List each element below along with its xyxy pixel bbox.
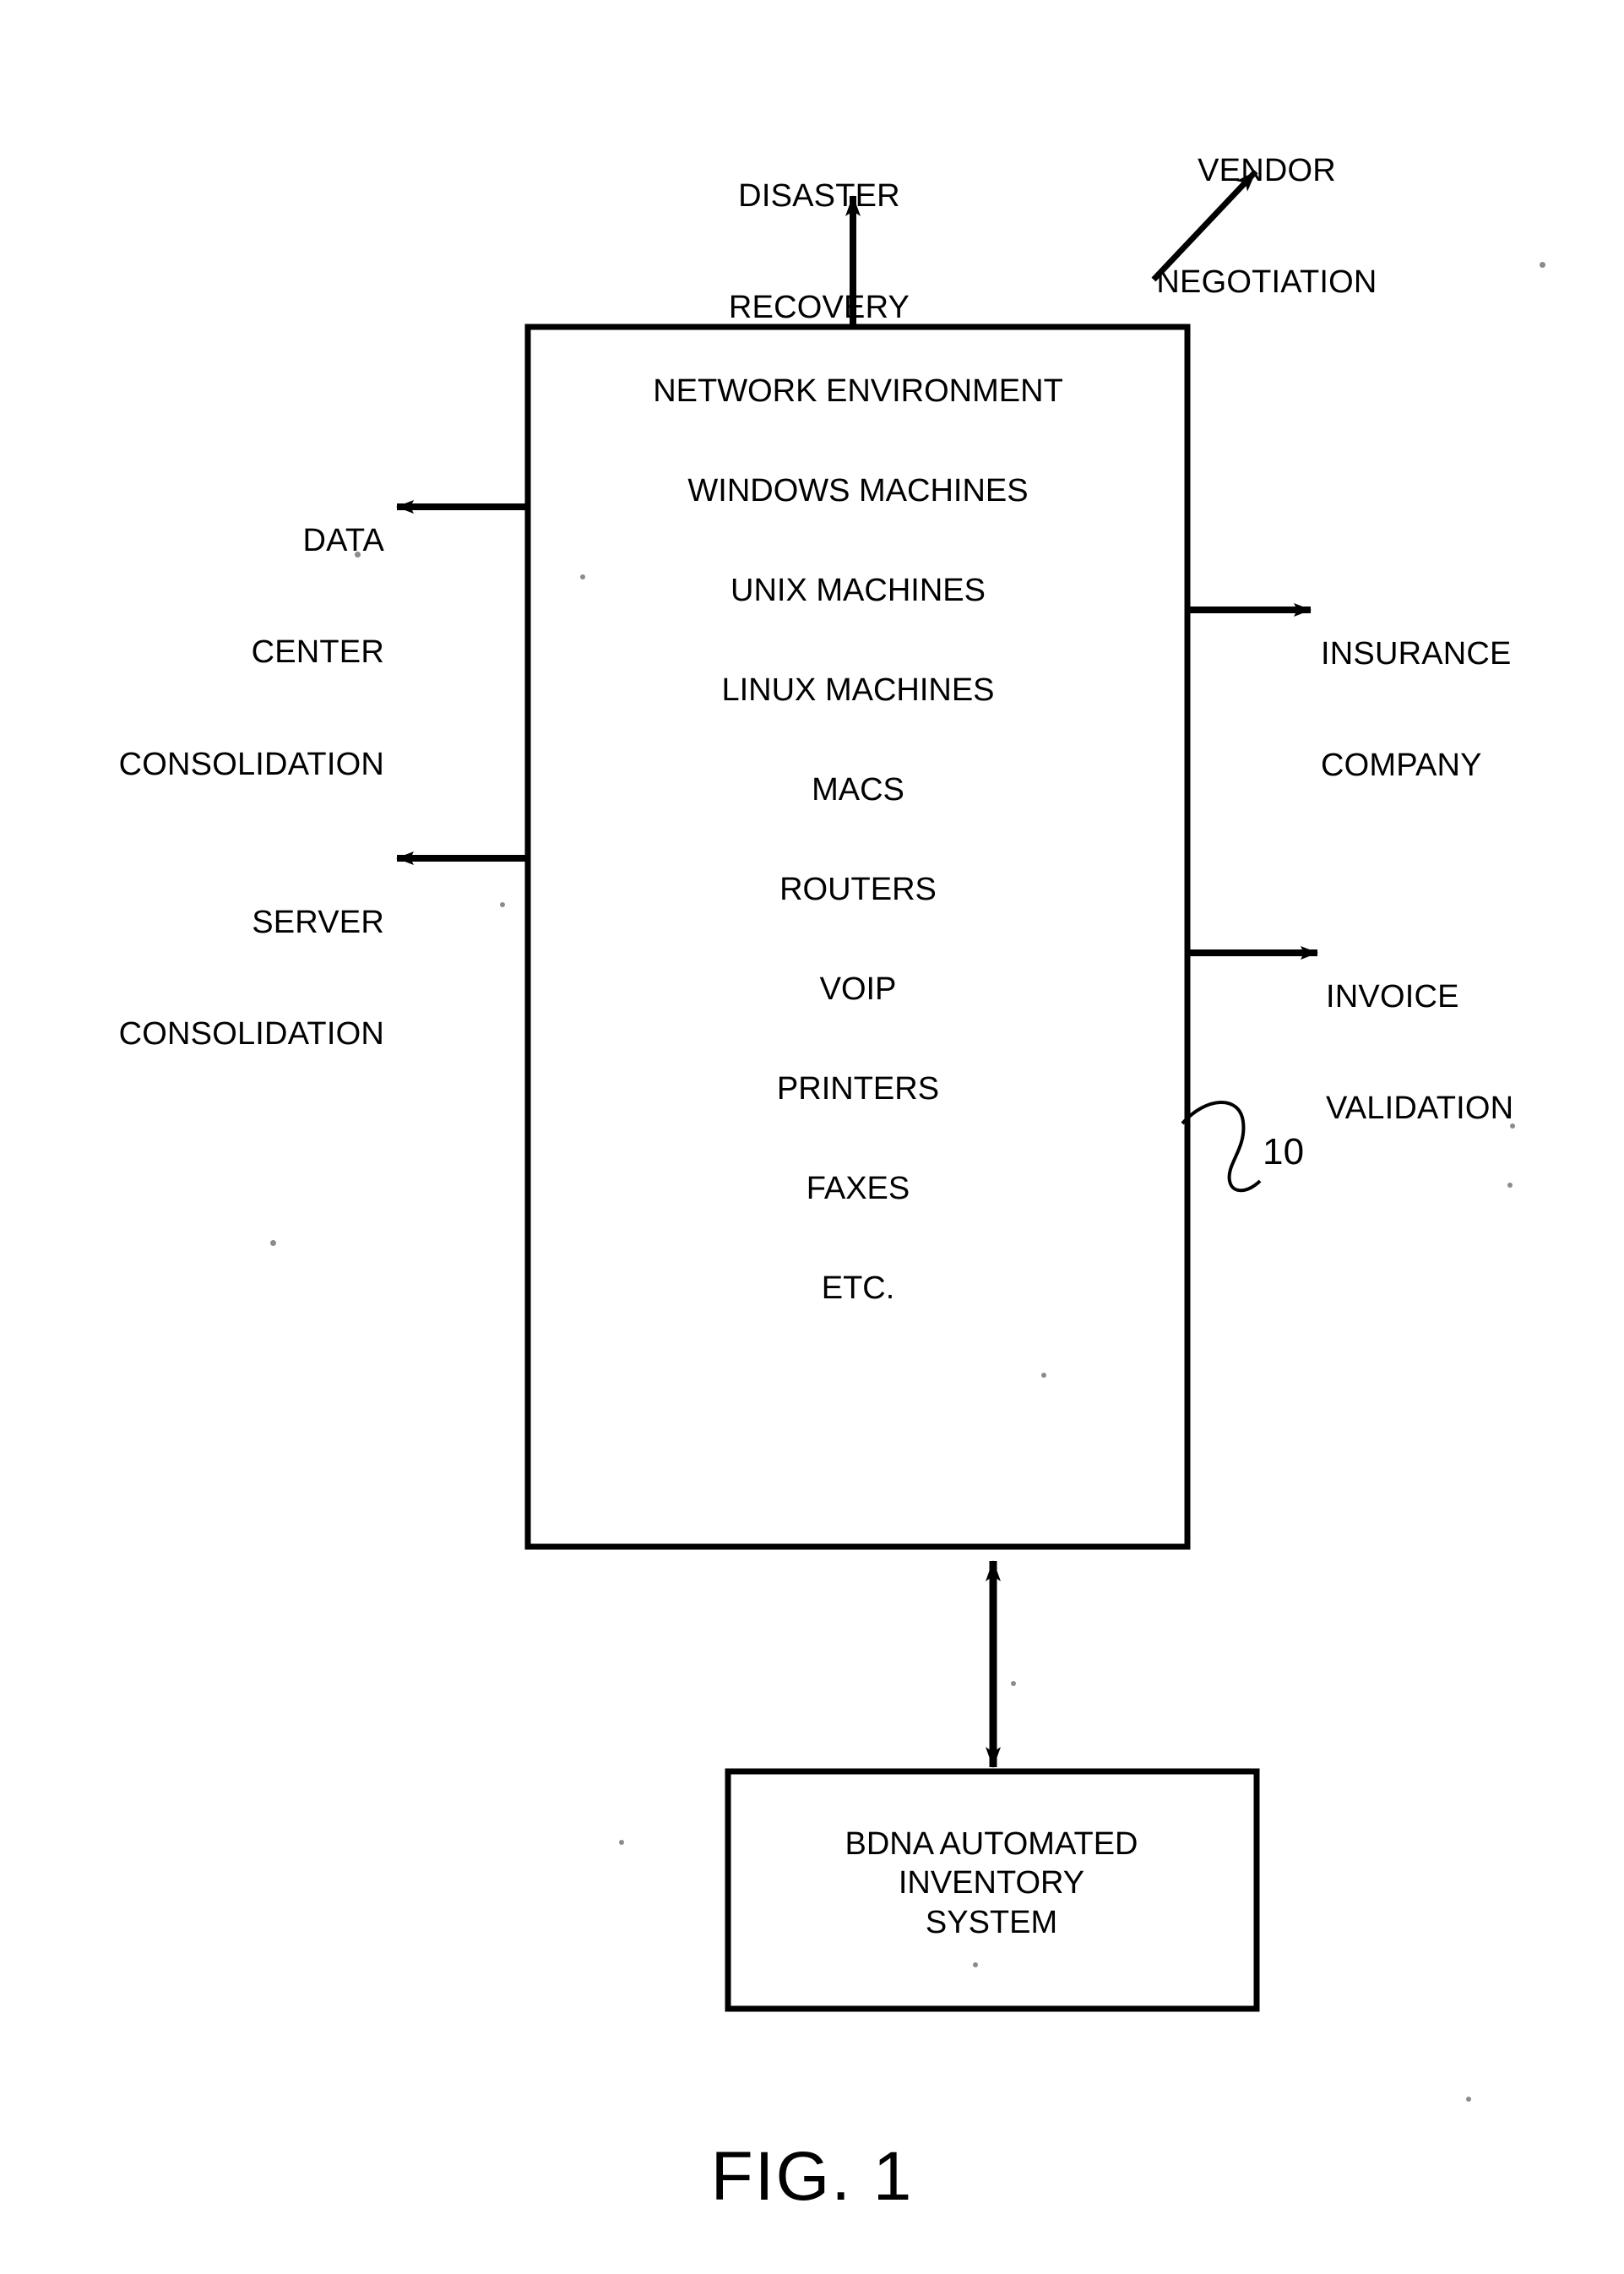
label-disaster-recovery-line1: DISASTER [738,178,900,215]
list-item-faxes: FAXES [806,1171,910,1206]
label-disaster-recovery-line2: RECOVERY [728,290,910,326]
bdna-system-label: BDNA AUTOMATED INVENTORY SYSTEM [728,1825,1255,1942]
label-invoice-validation-line1: INVOICE [1326,979,1459,1015]
scan-speckle [1466,2097,1471,2102]
list-item-etc: ETC. [821,1270,895,1306]
scan-speckle [355,552,361,558]
label-data-center-consolidation-line1: DATA [302,523,384,559]
reference-leader-line [1181,1101,1262,1193]
figure-caption: FIG. 1 [710,2138,914,2215]
label-data-center-consolidation-line3: CONSOLIDATION [118,746,384,782]
scan-speckle [1540,262,1545,268]
label-vendor-negotiation-line2: NEGOTIATION [1156,264,1377,301]
patent-figure: NETWORK ENVIRONMENT WINDOWS MACHINES UNI… [0,0,1624,2274]
list-item-printers: PRINTERS [776,1071,940,1107]
reference-numeral-10: 10 [1263,1131,1305,1172]
label-insurance-company: INSURANCE COMPANY [1321,561,1624,859]
list-item-voip: VOIP [819,971,897,1007]
list-item-macs: MACS [812,772,904,808]
scan-speckle [1011,1681,1016,1686]
list-item-linux-machines: LINUX MACHINES [721,672,995,708]
label-server-consolidation: SERVER CONSOLIDATION [17,830,384,1128]
label-insurance-company-line1: INSURANCE [1321,636,1512,672]
bdna-system-label-line1: BDNA AUTOMATED [845,1826,1138,1862]
label-invoice-validation: INVOICE VALIDATION [1326,904,1624,1202]
scan-speckle [619,1840,624,1845]
scan-speckle [1507,1183,1513,1188]
label-invoice-validation-line2: VALIDATION [1326,1091,1514,1127]
scan-speckle [580,574,585,579]
scan-speckle [500,902,505,907]
scan-speckle [973,1962,978,1967]
scan-speckle [270,1240,276,1246]
list-item-routers: ROUTERS [779,872,937,907]
label-disaster-recovery: DISASTER RECOVERY [642,103,997,401]
label-insurance-company-line2: COMPANY [1321,748,1482,784]
label-server-consolidation-line1: SERVER [252,905,384,941]
label-data-center-consolidation-line2: CENTER [251,634,384,671]
label-data-center-consolidation: DATA CENTER CONSOLIDATION [17,448,384,857]
label-server-consolidation-line2: CONSOLIDATION [118,1016,384,1053]
scan-speckle [1510,1123,1515,1129]
label-vendor-negotiation: VENDOR NEGOTIATION [1089,78,1444,376]
bdna-system-label-line2: INVENTORY [898,1865,1085,1901]
scan-speckle [1041,1373,1046,1378]
list-item-unix-machines: UNIX MACHINES [731,573,986,608]
bdna-system-label-line3: SYSTEM [925,1904,1058,1940]
network-environment-item-list: NETWORK ENVIRONMENT WINDOWS MACHINES UNI… [530,329,1186,1544]
label-vendor-negotiation-line1: VENDOR [1198,153,1336,189]
list-item-windows-machines: WINDOWS MACHINES [687,473,1029,509]
